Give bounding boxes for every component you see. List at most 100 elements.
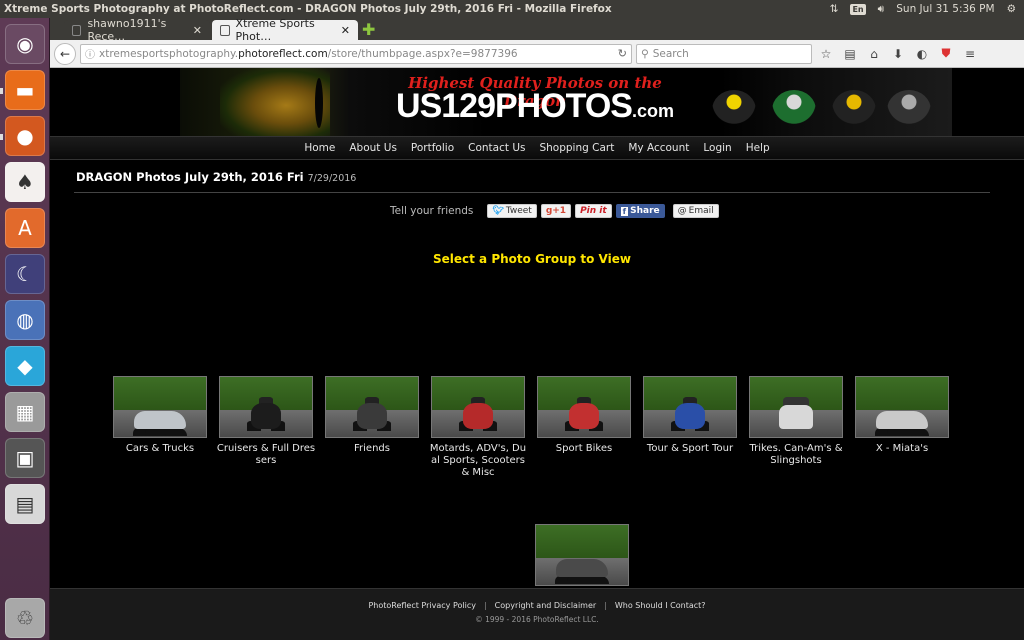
photo-group-thumbnail[interactable] [113, 376, 207, 438]
tweet-button[interactable]: 🐦︎ Tweet [487, 204, 537, 218]
photo-group-thumbnail[interactable] [431, 376, 525, 438]
car-icon [876, 411, 928, 429]
night-app-icon[interactable]: ☾ [5, 254, 45, 294]
who-to-contact-link[interactable]: Who Should I Contact? [615, 601, 706, 610]
photo-group-tile[interactable]: Trikes. Can-Am's & Slingshots [746, 376, 846, 467]
menu-contact-us[interactable]: Contact Us [461, 142, 532, 154]
photo-group-tile[interactable]: Sport Bikes [534, 376, 634, 455]
url-bar[interactable]: ⓘ xtremesportsphotography.photoreflect.c… [80, 43, 632, 64]
system-indicators: ⇅ En 🔊︎ Sun Jul 31 5:36 PM ⚙ [830, 3, 1024, 16]
event-date: 7/29/2016 [307, 173, 357, 184]
menu-portfolio[interactable]: Portfolio [404, 142, 461, 154]
photo-group-label[interactable]: Trikes. Can-Am's & Slingshots [746, 443, 846, 467]
url-text: xtremesportsphotography.photoreflect.com… [99, 47, 518, 60]
safe-app-icon[interactable]: ▣ [5, 438, 45, 478]
new-tab-plus-icon[interactable]: ✚ [362, 20, 375, 39]
network-icon[interactable]: ⇅ [830, 3, 839, 15]
bike-icon [357, 403, 387, 429]
diamond-app-icon[interactable]: ◆ [5, 346, 45, 386]
photo-group-label[interactable]: Cars & Trucks [110, 443, 210, 455]
bike-icon [675, 403, 705, 429]
photo-group-tile[interactable]: Friends [322, 376, 422, 455]
photo-group-tile[interactable]: Tour & Sport Tour [640, 376, 740, 455]
tab-close-icon[interactable]: ✕ [341, 24, 350, 37]
tab-close-icon[interactable]: ✕ [193, 24, 202, 37]
group-section-title: Select a Photo Group to View [433, 252, 631, 266]
trash-icon[interactable]: ♲ [5, 598, 45, 638]
google-plus-button[interactable]: g+1 [540, 204, 572, 218]
settings-gear-icon[interactable]: ⚙ [1007, 3, 1016, 15]
firefox-icon[interactable]: ● [5, 116, 45, 156]
photo-group-tile[interactable]: Cruisers & Full Dressers [216, 376, 316, 467]
save-disk-icon[interactable]: ▤ [5, 484, 45, 524]
photo-group-thumbnail[interactable] [537, 376, 631, 438]
photo-group-tile[interactable]: Cars & Trucks [110, 376, 210, 455]
reload-icon[interactable]: ↻ [618, 47, 627, 60]
search-bar[interactable]: ⚲ Search [636, 43, 812, 64]
facebook-share-button[interactable]: f Share [615, 204, 665, 218]
clock[interactable]: Sun Jul 31 5:36 PM [896, 3, 994, 15]
dragon-eye-image [220, 68, 330, 136]
photo-group-thumbnail[interactable] [749, 376, 843, 438]
site-logo[interactable]: US129PHOTOS.com [385, 88, 685, 129]
menu-shopping-cart[interactable]: Shopping Cart [532, 142, 621, 154]
window-title: Xtreme Sports Photography at PhotoReflec… [4, 3, 612, 15]
facebook-f-icon: f [620, 206, 629, 216]
shield-addon-icon[interactable]: ⛊ [936, 44, 956, 64]
photo-group-thumbnail[interactable] [325, 376, 419, 438]
privacy-policy-link[interactable]: PhotoReflect Privacy Policy [368, 601, 476, 610]
home-icon[interactable]: ⌂ [864, 44, 884, 64]
share-label: Tell your friends [390, 205, 474, 217]
photo-group-tile[interactable]: X - Miata's [852, 376, 952, 455]
photo-group-label[interactable]: X - Miata's [852, 443, 952, 455]
trike-icon [779, 405, 813, 429]
photo-group-label[interactable]: Tour & Sport Tour [640, 443, 740, 455]
unity-launcher: ◉ ▬ ● ♠ A ☾ ◍ ◆ ▦ ▣ ▤ ♲ [0, 18, 50, 640]
menu-login[interactable]: Login [696, 142, 738, 154]
menu-home[interactable]: Home [297, 142, 342, 154]
extension-icon[interactable]: ◐ [912, 44, 932, 64]
tab-favicon-icon [72, 24, 82, 36]
photo-group-label[interactable]: Sport Bikes [534, 443, 634, 455]
tab-xtreme-sports[interactable]: Xtreme Sports Phot… ✕ [212, 17, 358, 43]
calculator-icon[interactable]: ▦ [5, 392, 45, 432]
pinterest-button[interactable]: Pin it [575, 204, 612, 218]
menu-help[interactable]: Help [739, 142, 777, 154]
photo-group-label[interactable]: Friends [322, 443, 422, 455]
menu-about-us[interactable]: About Us [342, 142, 404, 154]
photo-group-thumbnail[interactable] [535, 524, 629, 586]
tab-favicon-icon [220, 24, 230, 36]
reading-list-icon[interactable]: ▤ [840, 44, 860, 64]
info-icon[interactable]: ⓘ [85, 46, 95, 61]
software-center-icon[interactable]: A [5, 208, 45, 248]
site-banner[interactable]: Highest Quality Photos on the Dragon US1… [180, 68, 952, 136]
hamburger-menu-icon[interactable]: ≡ [960, 44, 980, 64]
volume-icon[interactable]: 🔊︎ [878, 3, 885, 16]
share-row: Tell your friends 🐦︎ Tweet g+1 Pin it f Sh… [390, 204, 719, 218]
files-icon[interactable]: ▬ [5, 70, 45, 110]
photo-group-thumbnail[interactable] [643, 376, 737, 438]
solitaire-icon[interactable]: ♠ [5, 162, 45, 202]
running-indicator [0, 134, 3, 140]
photo-group-thumbnail[interactable] [219, 376, 313, 438]
photo-group-label[interactable]: Motards, ADV's, Dual Sports, Scooters & … [428, 443, 528, 479]
menu-my-account[interactable]: My Account [621, 142, 696, 154]
bike-icon [251, 403, 281, 429]
site-footer: PhotoReflect Privacy Policy | Copyright an… [50, 588, 1024, 640]
tab-shawno[interactable]: shawno1911's Rece… ✕ [64, 17, 210, 43]
bookmark-star-icon[interactable]: ☆ [816, 44, 836, 64]
globe-app-icon[interactable]: ◍ [5, 300, 45, 340]
navigation-toolbar: ← ⓘ xtremesportsphotography.photoreflect… [50, 40, 1024, 68]
back-arrow-icon[interactable]: ← [54, 42, 76, 65]
photo-group-label[interactable]: Cruisers & Full Dressers [216, 443, 316, 467]
keyboard-layout-indicator[interactable]: En [850, 3, 866, 15]
ubuntu-dash-icon[interactable]: ◉ [5, 24, 45, 64]
photo-group-thumbnail[interactable] [855, 376, 949, 438]
web-page: Highest Quality Photos on the Dragon US1… [50, 68, 1024, 640]
download-arrow-icon[interactable]: ⬇ [888, 44, 908, 64]
email-share-button[interactable]: @ Email [672, 204, 719, 218]
copyright-disclaimer-link[interactable]: Copyright and Disclaimer [495, 601, 597, 610]
photo-group-tile[interactable]: Motards, ADV's, Dual Sports, Scooters & … [428, 376, 528, 479]
riders-image [692, 70, 942, 134]
footer-links: PhotoReflect Privacy Policy | Copyright an… [368, 601, 706, 610]
